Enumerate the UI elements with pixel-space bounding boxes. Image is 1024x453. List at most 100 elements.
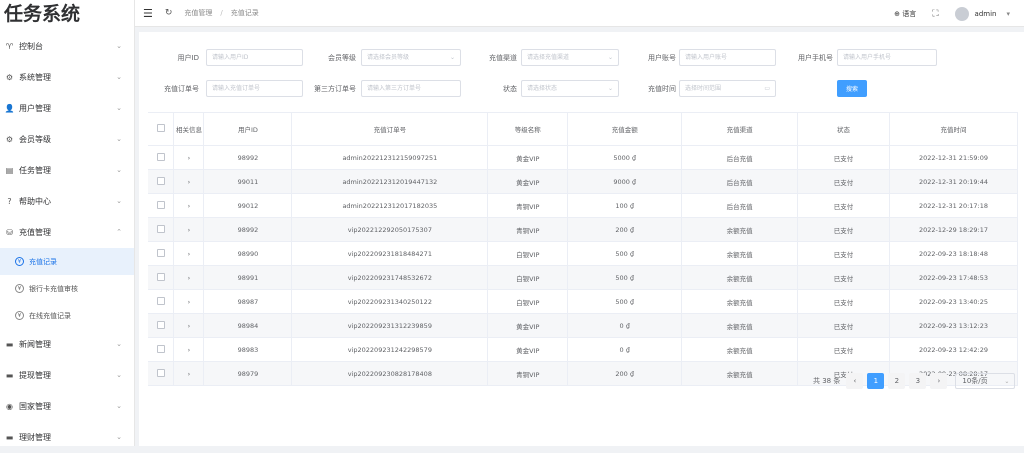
table-row[interactable]: › 98983 vip202209231242298579 黄金VIP 0 ₫ 余额充值已… [148,337,1018,362]
row-select-cell [148,289,175,314]
row-select-cell [148,337,175,362]
chevron-right-icon[interactable]: › [188,322,191,330]
page-button-2[interactable]: 2 [888,373,906,389]
table-row[interactable]: › 98991 vip202209231748532672 白银VIP 500 ₫ 余额充… [148,265,1018,290]
expand-cell: › [173,169,205,194]
expand-cell: › [173,217,205,242]
refresh-icon[interactable]: ↻ [165,8,173,18]
user-icon: 👤 [4,104,15,113]
row-checkbox[interactable] [156,344,165,353]
sidebar-subitem[interactable]: ¥ 充值记录 [0,248,134,275]
page-button-1[interactable]: 1 [867,373,885,389]
cell-channel: 余额充值 [681,361,799,386]
user-id-input[interactable]: 请输入用户ID [206,49,303,66]
row-select-cell [148,145,175,170]
chevron-right-icon[interactable]: › [188,298,191,306]
member-level-select[interactable]: 请选择会员等级 ⌄ [361,49,461,66]
menu-toggle-icon[interactable]: ☰ [143,7,153,20]
table-row[interactable]: › 98992 admin202212312159097251 黄金VIP 5000 ₫… [148,145,1018,170]
table-row[interactable]: › 99012 admin202212312017182035 青铜VIP 100 ₫ 后… [148,193,1018,218]
cell-user-id: 99012 [203,193,293,218]
cell-user-id: 98987 [203,289,293,314]
chevron-down-icon[interactable]: ▾ [1006,10,1010,18]
fullscreen-icon[interactable]: ⛶ [932,9,938,19]
row-select-cell [148,169,175,194]
order-no-label: 充值订单号 [164,85,199,93]
search-button[interactable]: 搜索 [837,80,867,97]
row-checkbox[interactable] [156,368,165,377]
chevron-right-icon[interactable]: › [188,226,191,234]
row-checkbox[interactable] [156,224,165,233]
status-select[interactable]: 请选择状态 ⌄ [521,80,619,97]
cell-time: 2022-12-31 20:17:18 [889,193,1018,218]
page-size-select[interactable]: 10条/页 ⌄ [955,373,1016,389]
row-checkbox[interactable] [156,320,165,329]
account-input[interactable]: 请输入用户账号 [679,49,776,66]
sidebar-item[interactable]: ♈ 控制台 ⌄ [0,31,134,62]
chevron-down-icon: ⌄ [116,135,122,143]
sidebar-item[interactable]: ▤ 任务管理 ⌄ [0,155,134,186]
cell-order-no: vip202209231818484271 [291,241,489,266]
prev-page-button[interactable]: ‹ [846,373,864,389]
phone-label: 用户手机号 [798,54,833,62]
sidebar-subitem-label: 银行卡充值审核 [29,284,78,293]
row-checkbox[interactable] [156,152,165,161]
row-checkbox[interactable] [156,272,165,281]
sidebar-item[interactable]: ▬ 新闻管理 ⌄ [0,329,134,360]
row-checkbox[interactable] [156,296,165,305]
username[interactable]: admin [975,10,997,18]
chevron-right-icon[interactable]: › [188,202,191,210]
cell-level: 黄金VIP [487,313,569,338]
table-row[interactable]: › 98984 vip202209231312239859 黄金VIP 0 ₫ 余额充值已… [148,313,1018,338]
breadcrumb-separator: / [220,9,223,17]
sidebar-item[interactable]: ▬ 理财管理 ⌄ [0,422,134,453]
row-checkbox[interactable] [156,176,165,185]
select-all-checkbox[interactable] [156,124,165,132]
chevron-right-icon[interactable]: › [188,274,191,282]
recharge-table: 相关信息 用户ID 充值订单号 等级名称 充值金额 充值渠道 状态 充值时间 ›… [148,112,1018,386]
third-order-input[interactable]: 请输入第三方订单号 [361,80,461,97]
chevron-down-icon: ⌄ [116,42,122,50]
cell-channel: 余额充值 [681,241,799,266]
time-range-picker[interactable]: 选择时间范围 ▭ [679,80,776,97]
cell-amount: 500 ₫ [567,241,683,266]
chevron-right-icon[interactable]: › [188,154,191,162]
avatar[interactable] [954,6,969,21]
expand-cell: › [173,361,205,386]
row-checkbox[interactable] [156,200,165,209]
sidebar-item[interactable]: 👤 用户管理 ⌄ [0,93,134,124]
chevron-right-icon[interactable]: › [188,370,191,378]
sidebar-item[interactable]: ⚙ 会员等级 ⌄ [0,124,134,155]
chevron-right-icon[interactable]: › [188,250,191,258]
globe-icon: ⊕ [894,9,900,18]
phone-input[interactable]: 请输入用户手机号 [837,49,937,66]
sidebar-subitem[interactable]: ¥ 银行卡充值审核 [0,275,134,302]
dashboard-icon: ♈ [5,42,14,51]
sidebar-subitem[interactable]: ¥ 在线充值记录 [0,302,134,329]
chevron-right-icon[interactable]: › [188,178,191,186]
chevron-down-icon: ⌄ [116,371,122,379]
next-page-button[interactable]: › [930,373,948,389]
table-row[interactable]: › 99011 admin202212312019447132 黄金VIP 9000 ₫… [148,169,1018,194]
sidebar-item[interactable]: ◉ 国家管理 ⌄ [0,391,134,422]
chevron-right-icon[interactable]: › [188,346,191,354]
cell-amount: 0 ₫ [567,313,683,338]
sidebar: 任务系统 ♈ 控制台 ⌄ ⚙ 系统管理 ⌄ 👤 用户管理 ⌄ ⚙ 会员等级 ⌄ ▤ 任务管理 ⌄? 帮助中心 ⌄… [0,0,135,446]
language-switch[interactable]: ⊕ 语言 [894,9,916,19]
table-row[interactable]: › 98987 vip202209231340250122 白银VIP 500 ₫ 余额充… [148,289,1018,314]
breadcrumb-item-parent[interactable]: 充值管理 [184,9,212,17]
channel-select[interactable]: 请选择充值渠道 ⌄ [521,49,619,66]
cell-order-no: vip202209231340250122 [291,289,489,314]
table-row[interactable]: › 98990 vip202209231818484271 白银VIP 500 ₫ 余额充… [148,241,1018,266]
page-button-3[interactable]: 3 [909,373,927,389]
sidebar-item[interactable]: ? 帮助中心 ⌄ [0,186,134,217]
sidebar-item[interactable]: ⛁ 充值管理 ⌃ [0,217,134,248]
cell-user-id: 98992 [203,217,293,242]
sidebar-item[interactable]: ⚙ 系统管理 ⌄ [0,62,134,93]
cell-amount: 200 ₫ [567,217,683,242]
order-no-input[interactable]: 请输入充值订单号 [206,80,303,97]
expand-cell: › [173,337,205,362]
sidebar-item[interactable]: ▬ 提现管理 ⌄ [0,360,134,391]
table-row[interactable]: › 98992 vip202212292050175307 青铜VIP 200 ₫ 余额充… [148,217,1018,242]
row-checkbox[interactable] [156,248,165,257]
